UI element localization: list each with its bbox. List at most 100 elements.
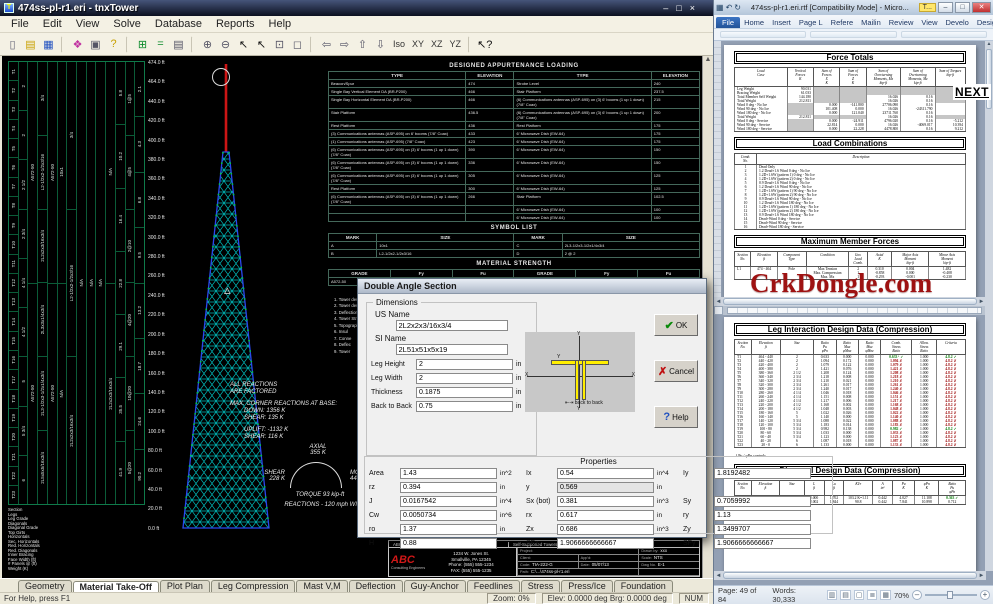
view-tab[interactable]: Mast V,M	[296, 580, 347, 592]
ribbon-tab[interactable]: Refere	[827, 17, 858, 28]
save-icon[interactable]: ▦	[716, 3, 724, 12]
sx-bot--input[interactable]	[557, 496, 654, 507]
ribbon-tab[interactable]: Design	[973, 17, 993, 28]
web-layout-view-icon[interactable]: ▢	[854, 590, 865, 600]
fullscreen-view-icon[interactable]: ▤	[840, 590, 851, 600]
zy-input[interactable]	[714, 524, 811, 535]
ry-input[interactable]	[714, 510, 811, 521]
dialog-titlebar[interactable]: Double Angle Section	[358, 279, 706, 294]
view-tab[interactable]: Guy-Anchor	[404, 580, 466, 592]
horizontal-scrollbar-bottom[interactable]: ◄ ►	[714, 571, 986, 580]
h-input[interactable]	[400, 538, 497, 549]
ribbon-tab[interactable]: Develo	[941, 17, 972, 28]
rx-input[interactable]	[557, 510, 654, 521]
sy-input[interactable]	[714, 496, 811, 507]
thickness-input[interactable]	[416, 387, 513, 398]
area-input[interactable]	[400, 468, 497, 479]
menu-item[interactable]: Edit	[36, 17, 69, 31]
menu-item[interactable]: Database	[148, 17, 209, 31]
save-icon[interactable]: ▦	[40, 36, 57, 53]
vertical-scrollbar[interactable]: ▲	[985, 41, 993, 571]
si-name-input[interactable]	[396, 344, 508, 355]
view-tab[interactable]: Stress	[521, 580, 561, 592]
minimize-icon[interactable]: –	[938, 2, 953, 13]
sfy-input[interactable]	[714, 538, 811, 549]
separator[interactable]	[61, 36, 66, 53]
document-pane-top[interactable]: Force Totals Load CaseVertical Forces KS…	[714, 41, 986, 297]
ro-input[interactable]	[400, 524, 497, 535]
word-count[interactable]: Words: 30,333	[772, 586, 820, 604]
view-iso-button[interactable]: Iso	[390, 36, 408, 53]
cw-input[interactable]	[400, 510, 497, 521]
rotate-up-icon[interactable]: ⇧	[354, 36, 371, 53]
ok-button[interactable]: ✔ OK	[654, 314, 698, 336]
ix-input[interactable]	[557, 468, 654, 479]
ribbon-tab[interactable]: Page L	[795, 17, 827, 28]
select-node-icon[interactable]: ↖	[253, 36, 270, 53]
zoom-out-icon[interactable]: –	[912, 590, 922, 600]
scroll-left-icon[interactable]: ◄	[714, 299, 723, 305]
pan-icon[interactable]: ◻	[289, 36, 306, 53]
cancel-button[interactable]: ✗ Cancel	[654, 360, 698, 382]
minimize-icon[interactable]: –	[663, 3, 668, 13]
tab-selector[interactable]	[714, 306, 723, 315]
outline-view-icon[interactable]: ≣	[867, 590, 877, 600]
leg-height-input[interactable]	[416, 359, 513, 370]
draft-view-icon[interactable]: ▦	[880, 590, 891, 600]
ribbon-tab[interactable]: View	[917, 17, 941, 28]
view-tab[interactable]: Feedlines	[467, 580, 520, 592]
undo-icon[interactable]: ↶	[726, 3, 733, 12]
help-button[interactable]: ? Help	[654, 406, 698, 428]
menu-item[interactable]: Solve	[106, 17, 148, 31]
close-icon[interactable]: ✕	[972, 2, 991, 13]
pointer-icon[interactable]: ↖	[235, 36, 252, 53]
y-input[interactable]	[557, 482, 654, 493]
zoom-slider[interactable]	[925, 594, 977, 596]
menu-item[interactable]: View	[69, 17, 107, 31]
zx-input[interactable]	[557, 524, 654, 535]
new-file-icon[interactable]: ▯	[4, 36, 21, 53]
zoom-in-icon[interactable]: +	[980, 590, 990, 600]
ribbon-tab[interactable]: Home	[740, 17, 768, 28]
separator[interactable]	[468, 36, 473, 53]
rz-input[interactable]	[400, 482, 497, 493]
print-layout-view-icon[interactable]: ▥	[827, 590, 838, 600]
iy-input[interactable]	[714, 468, 811, 479]
view-tab[interactable]: Geometry	[18, 580, 72, 592]
leg-width-input[interactable]	[416, 373, 513, 384]
scroll-left-icon[interactable]: ◄	[714, 573, 723, 579]
render-view-icon[interactable]: ❖	[69, 36, 86, 53]
zoom-level[interactable]: 70%	[894, 591, 909, 600]
print-icon[interactable]: ▣	[87, 36, 104, 53]
separator[interactable]	[191, 36, 196, 53]
maximize-icon[interactable]: □	[955, 2, 970, 13]
separator[interactable]	[126, 36, 131, 53]
sfx-input[interactable]	[557, 538, 654, 549]
menu-item[interactable]: Help	[262, 17, 299, 31]
view-tab[interactable]: Foundation	[614, 580, 673, 592]
close-icon[interactable]: ×	[690, 3, 695, 13]
separator[interactable]	[310, 36, 315, 53]
j-input[interactable]	[400, 496, 497, 507]
rotate-right-icon[interactable]: ⇨	[336, 36, 353, 53]
ribbon-tab[interactable]: Review	[885, 17, 918, 28]
menu-item[interactable]: Reports	[209, 17, 262, 31]
ribbon-tab[interactable]: Mailin	[857, 17, 885, 28]
view-tab[interactable]: Deflection	[349, 580, 403, 592]
view-tab[interactable]: Plot Plan	[160, 580, 210, 592]
equals-icon[interactable]: =	[152, 36, 169, 53]
scroll-right-icon[interactable]: ►	[977, 573, 986, 579]
rotate-down-icon[interactable]: ⇩	[372, 36, 389, 53]
view-yz-button[interactable]: YZ	[447, 36, 465, 53]
zoom-out-icon[interactable]: ⊖	[217, 36, 234, 53]
report-icon[interactable]: ▤	[170, 36, 187, 53]
view-tab[interactable]: Leg Compression	[211, 580, 296, 592]
redo-icon[interactable]: ↻	[734, 3, 741, 12]
zoom-window-icon[interactable]: ⊡	[271, 36, 288, 53]
view-tab[interactable]: Press/Ice	[561, 580, 613, 592]
page-indicator[interactable]: Page: 49 of 84	[718, 586, 766, 604]
next-overlay[interactable]: NEXT	[953, 84, 991, 100]
view-xz-button[interactable]: XZ	[428, 36, 446, 53]
zoom-in-icon[interactable]: ⊕	[199, 36, 216, 53]
menu-item[interactable]: File	[4, 17, 36, 31]
